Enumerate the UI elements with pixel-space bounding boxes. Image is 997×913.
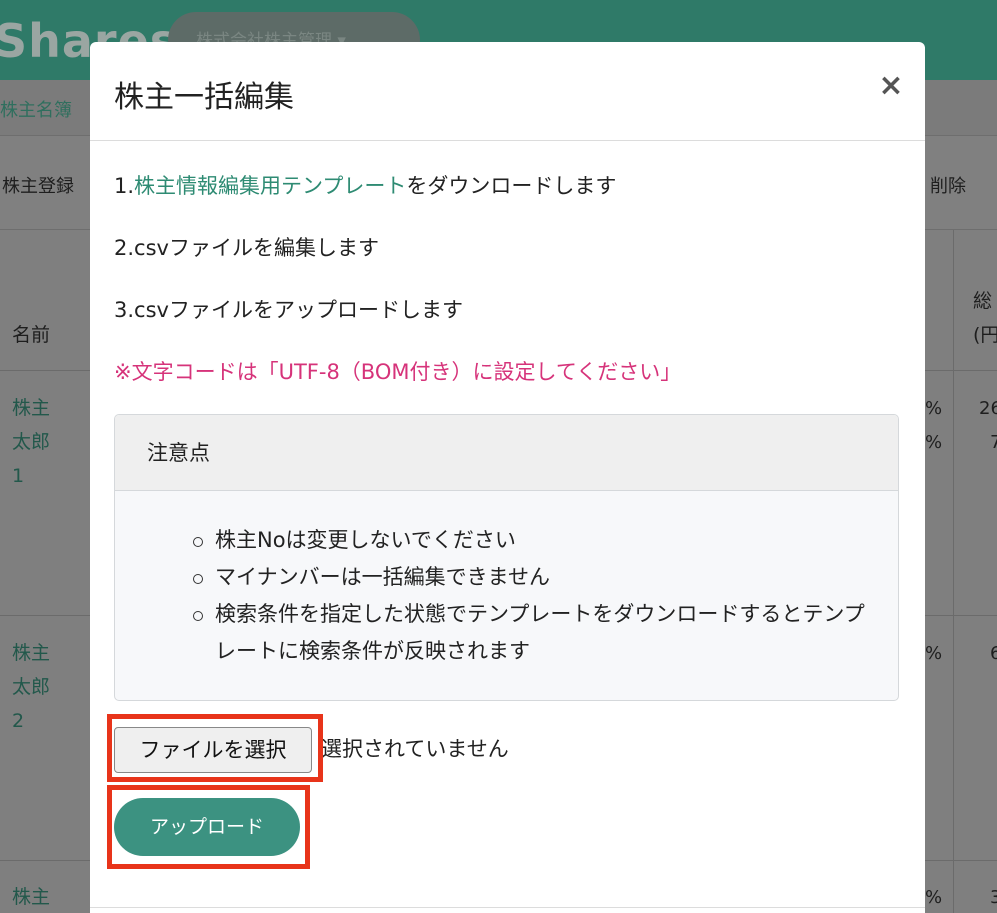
- bulk-edit-modal: 株主一括編集 × 1.株主情報編集用テンプレートをダウンロードします 2.csv…: [90, 42, 925, 913]
- table-cell-percent: %: [925, 643, 943, 664]
- column-header-name: 名前: [12, 324, 51, 346]
- breadcrumb: 株主名簿: [0, 100, 72, 121]
- notes-card-header: 注意点: [115, 415, 898, 491]
- notes-list: 株主Noは変更しないでください マイナンバーは一括編集できません 検索条件を指定…: [193, 522, 873, 670]
- step-2: 2.csvファイルを編集します: [114, 236, 379, 260]
- table-row-name: 株主: [12, 886, 51, 908]
- file-status-text: 選択されていません: [321, 737, 509, 761]
- table-cell-percent: %: [925, 887, 943, 908]
- modal-header: 株主一括編集 ×: [90, 42, 925, 141]
- column-divider: [953, 230, 954, 913]
- divider: [90, 907, 925, 908]
- step-1-suffix: をダウンロードします: [406, 174, 617, 198]
- step-3: 3.csvファイルをアップロードします: [114, 298, 463, 322]
- table-row-name: 株主 太郎 1: [12, 397, 51, 487]
- table-cell-amount: 6: [990, 643, 997, 664]
- delete-button: 削除: [930, 176, 966, 197]
- table-cell-amount: 7: [990, 432, 997, 453]
- table-row-name: 株主 太郎 2: [12, 642, 51, 732]
- close-icon[interactable]: ×: [876, 68, 906, 104]
- table-cell-amount: 26: [979, 398, 997, 419]
- list-item: 株主Noは変更しないでください: [193, 522, 873, 559]
- list-item: マイナンバーは一括編集できません: [193, 559, 873, 596]
- column-header-total-unit: (円: [973, 324, 997, 346]
- upload-button[interactable]: アップロード: [114, 798, 300, 856]
- step-1: 1.株主情報編集用テンプレートをダウンロードします: [114, 170, 616, 200]
- column-header-total: 総: [973, 290, 993, 312]
- step-1-prefix: 1.: [114, 174, 135, 198]
- modal-title: 株主一括編集: [114, 80, 294, 115]
- table-cell-percent: %: [925, 398, 943, 419]
- template-download-link[interactable]: 株主情報編集用テンプレート: [134, 174, 406, 198]
- notes-card: 注意点 株主Noは変更しないでください マイナンバーは一括編集できません 検索条…: [114, 414, 899, 701]
- encoding-warning: ※文字コードは「UTF-8（BOM付き）に設定してください」: [114, 360, 682, 384]
- choose-file-button[interactable]: ファイルを選択: [114, 727, 312, 773]
- list-item: 検索条件を指定した状態でテンプレートをダウンロードするとテンプレートに検索条件が…: [193, 596, 873, 670]
- table-cell-amount: 3: [990, 887, 997, 908]
- table-cell-percent: %: [925, 432, 943, 453]
- notes-title: 注意点: [147, 441, 210, 465]
- register-shareholder-button: 株主登録: [2, 176, 74, 197]
